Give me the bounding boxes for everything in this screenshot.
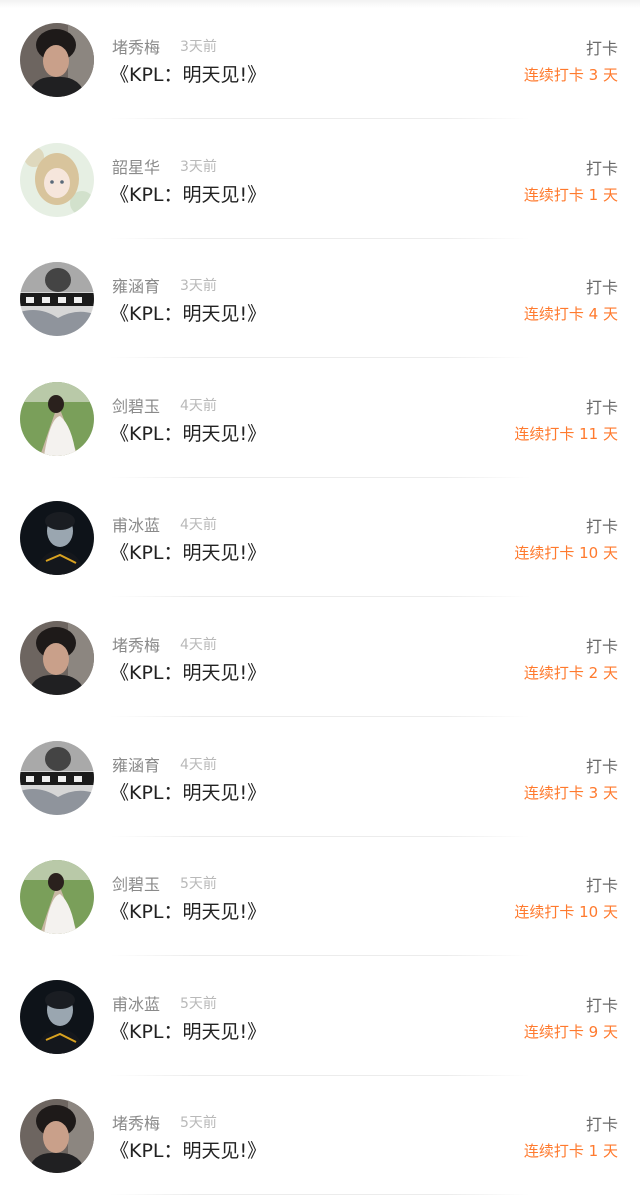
post-time: 3天前 xyxy=(180,39,217,55)
user-name[interactable]: 韶星华 xyxy=(112,154,160,178)
avatar-wedding-couple[interactable] xyxy=(20,860,94,935)
feed-item[interactable]: 堵秀梅 5天前 《KPL：明天见!》 打卡 连续打卡 1 天 xyxy=(0,1076,640,1196)
post-time: 4天前 xyxy=(180,637,217,653)
streak-badge: 连续打卡 1 天 xyxy=(523,1142,618,1161)
avatar-man-dark[interactable] xyxy=(20,621,94,695)
user-name[interactable]: 剑碧玉 xyxy=(112,393,160,417)
post-time: 3天前 xyxy=(180,278,217,295)
user-name[interactable]: 甫冰蓝 xyxy=(112,512,160,536)
checkin-action-label: 打卡 xyxy=(585,39,618,58)
post-title[interactable]: 《KPL：明天见!》 xyxy=(110,1017,266,1044)
checkin-action-label: 打卡 xyxy=(585,278,618,298)
checkin-action-label: 打卡 xyxy=(585,995,618,1015)
post-time: 4天前 xyxy=(180,397,217,414)
checkin-action-label: 打卡 xyxy=(585,637,618,656)
checkin-action-label: 打卡 xyxy=(585,756,618,776)
post-title[interactable]: 《KPL：明天见!》 xyxy=(110,778,266,805)
streak-badge: 连续打卡 10 天 xyxy=(514,903,618,922)
post-time: 4天前 xyxy=(180,756,217,773)
feed-item[interactable]: 韶星华 3天前 《KPL：明天见!》 打卡 连续打卡 1 天 xyxy=(0,120,640,240)
post-time: 5天前 xyxy=(180,1115,217,1132)
avatar-anime-girl[interactable] xyxy=(20,142,94,217)
checkin-action-label: 打卡 xyxy=(585,158,618,178)
streak-badge: 连续打卡 3 天 xyxy=(523,66,618,84)
streak-badge: 连续打卡 3 天 xyxy=(523,783,618,802)
user-name[interactable]: 雍涵育 xyxy=(112,273,160,297)
streak-badge: 连续打卡 11 天 xyxy=(514,424,618,443)
feed-item[interactable]: 堵秀梅 3天前 《KPL：明天见!》 打卡 连续打卡 3 天 xyxy=(0,0,640,120)
post-title[interactable]: 《KPL：明天见!》 xyxy=(110,897,266,924)
post-time: 3天前 xyxy=(180,158,217,175)
post-title[interactable]: 《KPL：明天见!》 xyxy=(110,180,266,207)
avatar-dark-portrait[interactable] xyxy=(20,501,94,576)
user-name[interactable]: 堵秀梅 xyxy=(112,632,160,656)
streak-badge: 连续打卡 10 天 xyxy=(514,544,618,563)
feed-item[interactable]: 雍涵育 3天前 《KPL：明天见!》 打卡 连续打卡 4 天 xyxy=(0,239,640,359)
feed-item[interactable]: 剑碧玉 5天前 《KPL：明天见!》 打卡 连续打卡 10 天 xyxy=(0,837,640,957)
streak-badge: 连续打卡 9 天 xyxy=(523,1022,618,1041)
row-divider xyxy=(110,1194,530,1196)
avatar-man-dark[interactable] xyxy=(20,1099,94,1174)
post-title[interactable]: 《KPL：明天见!》 xyxy=(110,299,266,326)
streak-badge: 连续打卡 2 天 xyxy=(523,664,618,682)
avatar-mono-text[interactable] xyxy=(20,740,94,815)
post-time: 5天前 xyxy=(180,876,217,893)
feed-item[interactable]: 雍涵育 4天前 《KPL：明天见!》 打卡 连续打卡 3 天 xyxy=(0,718,640,838)
checkin-action-label: 打卡 xyxy=(585,1115,618,1135)
feed-item[interactable]: 甫冰蓝 5天前 《KPL：明天见!》 打卡 连续打卡 9 天 xyxy=(0,957,640,1077)
post-time: 5天前 xyxy=(180,995,217,1012)
checkin-action-label: 打卡 xyxy=(585,397,618,417)
post-title[interactable]: 《KPL：明天见!》 xyxy=(110,538,266,565)
avatar-man-dark[interactable] xyxy=(20,23,94,97)
avatar-wedding-couple[interactable] xyxy=(20,381,94,456)
post-title[interactable]: 《KPL：明天见!》 xyxy=(110,1136,266,1163)
checkin-action-label: 打卡 xyxy=(585,876,618,896)
feed-item[interactable]: 甫冰蓝 4天前 《KPL：明天见!》 打卡 连续打卡 10 天 xyxy=(0,478,640,598)
avatar-mono-text[interactable] xyxy=(20,262,94,337)
avatar-dark-portrait[interactable] xyxy=(20,979,94,1054)
streak-badge: 连续打卡 1 天 xyxy=(523,185,618,204)
post-time: 4天前 xyxy=(180,517,217,534)
user-name[interactable]: 雍涵育 xyxy=(112,752,160,776)
post-title[interactable]: 《KPL：明天见!》 xyxy=(110,658,266,685)
streak-badge: 连续打卡 4 天 xyxy=(523,305,618,324)
post-title[interactable]: 《KPL：明天见!》 xyxy=(110,419,266,446)
user-name[interactable]: 堵秀梅 xyxy=(112,1110,160,1134)
post-title[interactable]: 《KPL：明天见!》 xyxy=(110,60,266,87)
feed-item[interactable]: 剑碧玉 4天前 《KPL：明天见!》 打卡 连续打卡 11 天 xyxy=(0,359,640,479)
feed-item[interactable]: 堵秀梅 4天前 《KPL：明天见!》 打卡 连续打卡 2 天 xyxy=(0,598,640,718)
user-name[interactable]: 剑碧玉 xyxy=(112,871,160,895)
user-name[interactable]: 堵秀梅 xyxy=(112,34,160,58)
checkin-action-label: 打卡 xyxy=(585,517,618,537)
user-name[interactable]: 甫冰蓝 xyxy=(112,991,160,1015)
